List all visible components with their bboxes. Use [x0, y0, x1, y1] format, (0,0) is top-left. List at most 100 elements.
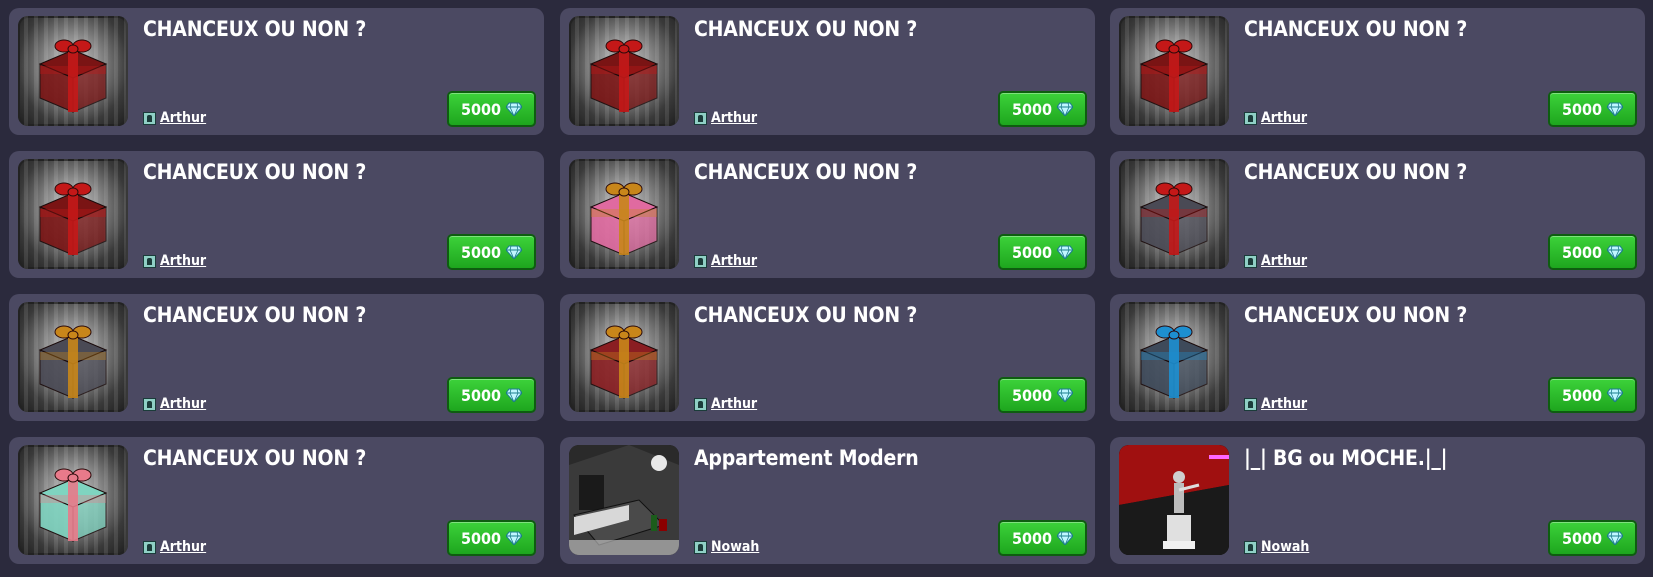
- buy-button[interactable]: 5000: [1548, 377, 1637, 413]
- author-link[interactable]: Arthur: [160, 110, 206, 126]
- room-card[interactable]: CHANCEUX OU NON ? Arthur 5000: [560, 151, 1095, 278]
- room-card[interactable]: CHANCEUX OU NON ? Arthur 5000: [1110, 151, 1645, 278]
- user-icon: [694, 254, 707, 268]
- room-author: Arthur: [694, 110, 757, 126]
- author-link[interactable]: Arthur: [711, 396, 757, 412]
- buy-button[interactable]: 5000: [447, 91, 536, 127]
- room-author: Arthur: [143, 253, 206, 269]
- price-value: 5000: [1011, 99, 1053, 119]
- buy-button[interactable]: 5000: [998, 520, 1087, 556]
- price-value: 5000: [460, 99, 502, 119]
- room-title: CHANCEUX OU NON ?: [694, 303, 918, 327]
- author-link[interactable]: Arthur: [160, 396, 206, 412]
- room-card[interactable]: |_| BG ou MOCHE.|_| Nowah 5000: [1110, 437, 1645, 564]
- buy-button[interactable]: 5000: [447, 234, 536, 270]
- diamond-icon: [1607, 245, 1624, 259]
- buy-button[interactable]: 5000: [1548, 91, 1637, 127]
- room-author: Arthur: [143, 539, 206, 555]
- diamond-icon: [506, 245, 523, 259]
- diamond-icon: [1607, 388, 1624, 402]
- room-title: CHANCEUX OU NON ?: [143, 446, 367, 470]
- buy-button[interactable]: 5000: [447, 377, 536, 413]
- author-link[interactable]: Arthur: [1261, 396, 1307, 412]
- room-card[interactable]: CHANCEUX OU NON ? Arthur 5000: [9, 8, 544, 135]
- user-icon: [143, 254, 156, 268]
- room-author: Nowah: [1244, 539, 1309, 555]
- diamond-icon: [506, 388, 523, 402]
- diamond-icon: [506, 531, 523, 545]
- price-value: 5000: [460, 528, 502, 548]
- room-card[interactable]: Appartement Modern Nowah 5000: [560, 437, 1095, 564]
- room-author: Arthur: [1244, 253, 1307, 269]
- user-icon: [694, 540, 707, 554]
- red-gift-icon[interactable]: [18, 16, 128, 126]
- room-card[interactable]: CHANCEUX OU NON ? Arthur 5000: [560, 294, 1095, 421]
- buy-button[interactable]: 5000: [1548, 520, 1637, 556]
- buy-button[interactable]: 5000: [998, 91, 1087, 127]
- author-link[interactable]: Arthur: [711, 110, 757, 126]
- author-link[interactable]: Nowah: [711, 539, 759, 555]
- buy-button[interactable]: 5000: [998, 377, 1087, 413]
- buy-button[interactable]: 5000: [1548, 234, 1637, 270]
- room-title: CHANCEUX OU NON ?: [1244, 17, 1468, 41]
- room-title: |_| BG ou MOCHE.|_|: [1244, 446, 1448, 470]
- user-icon: [1244, 254, 1257, 268]
- room-thumbnail[interactable]: [1119, 445, 1229, 555]
- user-icon: [143, 397, 156, 411]
- author-link[interactable]: Arthur: [160, 539, 206, 555]
- user-icon: [694, 397, 707, 411]
- blue-gift-icon[interactable]: [1119, 302, 1229, 412]
- author-link[interactable]: Arthur: [1261, 253, 1307, 269]
- room-title: CHANCEUX OU NON ?: [694, 160, 918, 184]
- room-thumbnail[interactable]: [569, 445, 679, 555]
- room-title: CHANCEUX OU NON ?: [1244, 303, 1468, 327]
- user-icon: [694, 111, 707, 125]
- room-author: Nowah: [694, 539, 759, 555]
- price-value: 5000: [1561, 528, 1603, 548]
- room-title: CHANCEUX OU NON ?: [143, 17, 367, 41]
- green-gift-icon[interactable]: [18, 445, 128, 555]
- price-value: 5000: [1561, 99, 1603, 119]
- room-author: Arthur: [694, 396, 757, 412]
- user-icon: [1244, 111, 1257, 125]
- author-link[interactable]: Arthur: [160, 253, 206, 269]
- red-gift-icon[interactable]: [18, 159, 128, 269]
- price-value: 5000: [1011, 528, 1053, 548]
- diamond-icon: [1057, 531, 1074, 545]
- room-title: CHANCEUX OU NON ?: [694, 17, 918, 41]
- buy-button[interactable]: 5000: [998, 234, 1087, 270]
- grey-gift-icon[interactable]: [1119, 159, 1229, 269]
- room-author: Arthur: [1244, 396, 1307, 412]
- room-title: CHANCEUX OU NON ?: [143, 303, 367, 327]
- price-value: 5000: [1561, 242, 1603, 262]
- red-gift-icon[interactable]: [569, 302, 679, 412]
- diamond-icon: [506, 102, 523, 116]
- pink-gift-icon[interactable]: [569, 159, 679, 269]
- room-author: Arthur: [143, 396, 206, 412]
- price-value: 5000: [460, 242, 502, 262]
- diamond-icon: [1607, 531, 1624, 545]
- room-title: CHANCEUX OU NON ?: [1244, 160, 1468, 184]
- red-gift-icon[interactable]: [1119, 16, 1229, 126]
- room-title: CHANCEUX OU NON ?: [143, 160, 367, 184]
- room-author: Arthur: [1244, 110, 1307, 126]
- red-gift-icon[interactable]: [569, 16, 679, 126]
- diamond-icon: [1057, 388, 1074, 402]
- room-card[interactable]: CHANCEUX OU NON ? Arthur 5000: [9, 437, 544, 564]
- room-card[interactable]: CHANCEUX OU NON ? Arthur 5000: [1110, 8, 1645, 135]
- room-card[interactable]: CHANCEUX OU NON ? Arthur 5000: [1110, 294, 1645, 421]
- author-link[interactable]: Nowah: [1261, 539, 1309, 555]
- buy-button[interactable]: 5000: [447, 520, 536, 556]
- room-card[interactable]: CHANCEUX OU NON ? Arthur 5000: [560, 8, 1095, 135]
- grey-gift-icon[interactable]: [18, 302, 128, 412]
- room-card[interactable]: CHANCEUX OU NON ? Arthur 5000: [9, 294, 544, 421]
- author-link[interactable]: Arthur: [1261, 110, 1307, 126]
- room-card[interactable]: CHANCEUX OU NON ? Arthur 5000: [9, 151, 544, 278]
- diamond-icon: [1057, 102, 1074, 116]
- diamond-icon: [1607, 102, 1624, 116]
- room-author: Arthur: [694, 253, 757, 269]
- room-grid: CHANCEUX OU NON ? Arthur 5000 CHANCEUX O…: [0, 0, 1653, 577]
- price-value: 5000: [1011, 242, 1053, 262]
- author-link[interactable]: Arthur: [711, 253, 757, 269]
- user-icon: [143, 540, 156, 554]
